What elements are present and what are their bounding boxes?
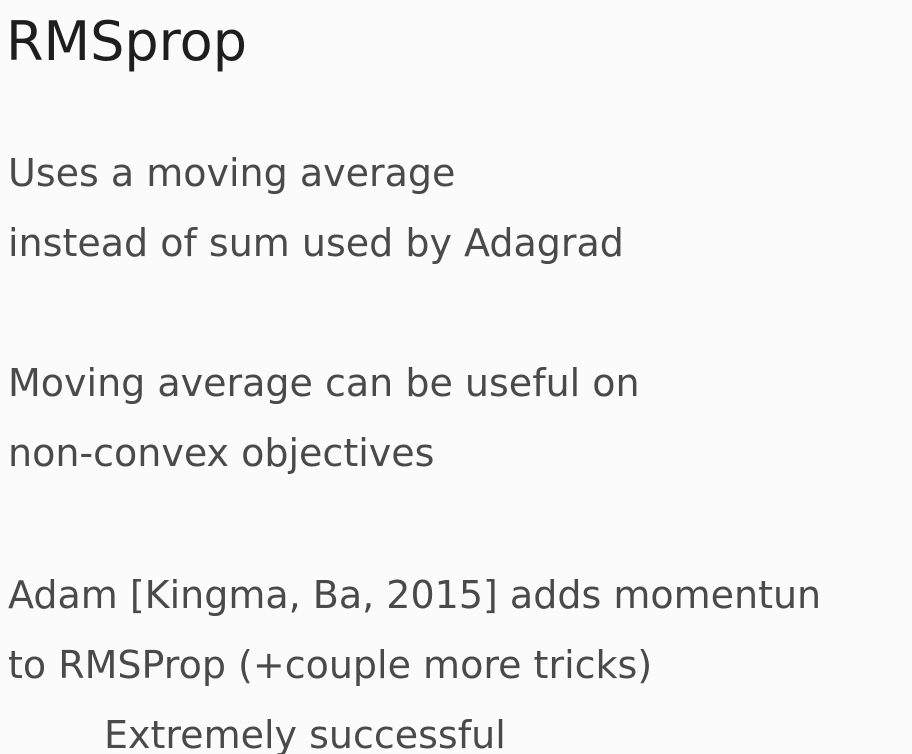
slide-title: RMSprop [6,10,247,73]
bullet-adam-line-2: to RMSProp (+couple more tricks) [8,643,653,687]
bullet-moving-average-line-1: Uses a moving average [8,151,456,195]
bullet-moving-average-line-2: instead of sum used by Adagrad [8,221,624,265]
bullet-adam-line-1: Adam [Kingma, Ba, 2015] adds momentun [8,573,822,617]
slide: RMSprop Uses a moving average instead of… [0,0,912,754]
bullet-non-convex-line-2: non-convex objectives [8,431,435,475]
sub-bullet-extremely-successful: Extremely successful [104,713,506,754]
bullet-non-convex-line-1: Moving average can be useful on [8,361,640,405]
